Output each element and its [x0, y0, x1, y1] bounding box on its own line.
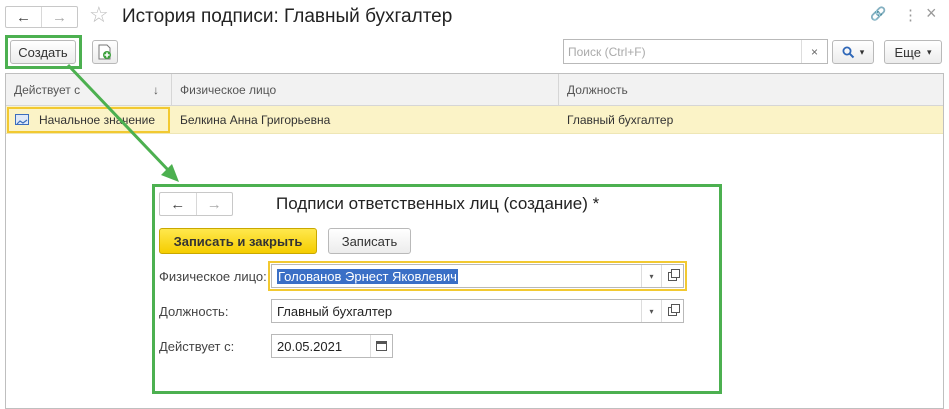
position-label: Должность: — [159, 304, 229, 319]
cell-position: Главный бухгалтер — [567, 113, 674, 127]
close-window-icon[interactable]: × — [926, 3, 937, 24]
calendar-button[interactable] — [370, 335, 392, 357]
column-label: Должность — [567, 83, 628, 97]
more-button[interactable]: Еще ▾ — [884, 40, 942, 64]
person-field[interactable]: Голованов Эрнест Яковлевич ▾ — [268, 261, 687, 291]
back-arrow-icon: ← — [16, 8, 31, 26]
sort-arrow-icon: ↓ — [153, 83, 159, 97]
record-icon — [15, 114, 29, 125]
cell-effective: Начальное значение — [39, 113, 156, 127]
column-label: Физическое лицо — [180, 83, 277, 97]
column-label: Действует с — [14, 83, 81, 97]
effective-date-field[interactable]: 20.05.2021 — [271, 334, 393, 358]
search-input[interactable]: Поиск (Ctrl+F) × — [563, 39, 828, 64]
cell-person: Белкина Анна Григорьевна — [180, 113, 331, 127]
more-label: Еще — [894, 44, 921, 60]
dialog-forward-button[interactable]: → — [195, 193, 233, 215]
open-icon — [668, 268, 680, 281]
column-header-effective[interactable]: Действует с ↓ — [6, 74, 172, 106]
table-row[interactable]: Начальное значение Белкина Анна Григорье… — [6, 106, 943, 134]
dialog-nav-group: ← → — [159, 192, 233, 216]
back-button[interactable]: ← — [6, 7, 41, 27]
search-icon — [842, 46, 854, 58]
dialog-back-button[interactable]: ← — [160, 193, 196, 215]
calendar-icon — [376, 341, 387, 351]
more-actions-icon[interactable]: ⋮ — [903, 6, 918, 24]
link-icon[interactable]: 🔗 — [870, 6, 886, 22]
column-header-person[interactable]: Физическое лицо — [172, 74, 559, 106]
forward-arrow-icon: → — [52, 8, 67, 26]
add-copy-button[interactable] — [92, 40, 118, 64]
column-header-position[interactable]: Должность — [559, 74, 943, 106]
search-placeholder: Поиск (Ctrl+F) — [568, 44, 646, 59]
open-item-button[interactable] — [661, 300, 683, 322]
save-and-close-button[interactable]: Записать и закрыть — [159, 228, 317, 254]
document-add-icon — [98, 44, 111, 60]
window-nav-group: ← → — [5, 6, 78, 28]
open-icon — [668, 303, 680, 316]
dialog-title: Подписи ответственных лиц (создание) * — [276, 194, 600, 213]
position-value: Главный бухгалтер — [277, 303, 393, 319]
forward-button[interactable]: → — [41, 7, 77, 27]
open-item-button[interactable] — [661, 265, 683, 287]
search-dropdown-icon: ▾ — [859, 46, 865, 57]
forward-arrow-icon: → — [206, 195, 222, 213]
effective-date-value: 20.05.2021 — [277, 338, 343, 354]
create-button[interactable]: Создать — [10, 40, 76, 64]
clear-search-icon[interactable]: × — [801, 40, 827, 63]
create-signature-dialog: ← → Подписи ответственных лиц (создание)… — [152, 184, 722, 394]
favorite-star-icon[interactable]: ☆ — [89, 4, 109, 26]
table-header: Действует с ↓ Физическое лицо Должность — [6, 74, 943, 106]
search-button[interactable]: ▾ — [832, 40, 874, 64]
chevron-down-icon[interactable]: ▾ — [641, 300, 661, 322]
person-label: Физическое лицо: — [159, 269, 267, 284]
more-dropdown-icon: ▾ — [926, 46, 932, 57]
person-value: Голованов Эрнест Яковлевич — [277, 268, 458, 284]
position-field[interactable]: Главный бухгалтер ▾ — [271, 299, 684, 323]
back-arrow-icon: ← — [170, 195, 186, 213]
save-button[interactable]: Записать — [328, 228, 411, 254]
chevron-down-icon[interactable]: ▾ — [641, 265, 661, 287]
effective-date-label: Действует с: — [159, 339, 235, 354]
page-title: История подписи: Главный бухгалтер — [122, 6, 453, 27]
